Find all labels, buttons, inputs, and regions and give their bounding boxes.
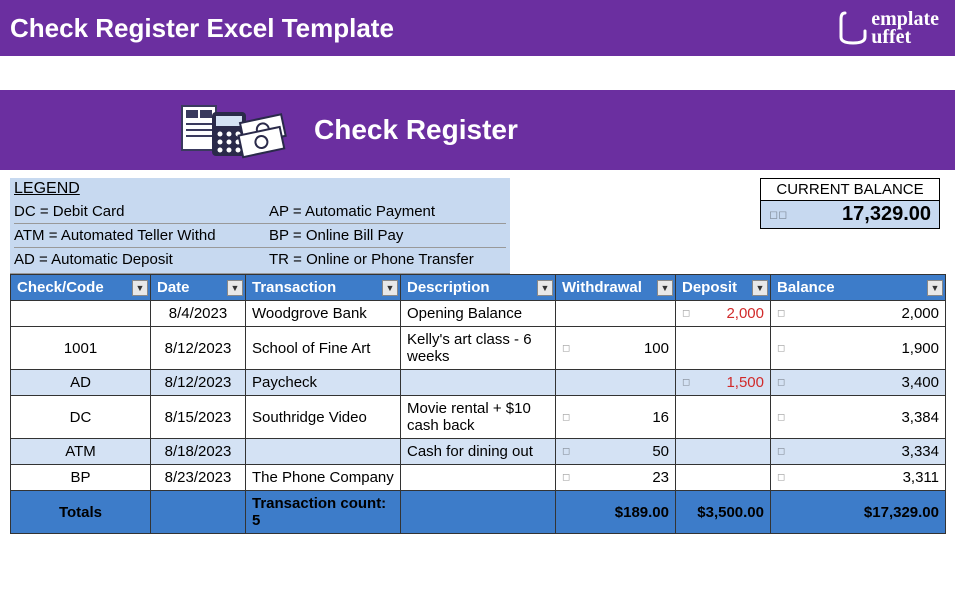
- table-row[interactable]: DC8/15/2023Southridge VideoMovie rental …: [11, 396, 946, 439]
- filter-icon[interactable]: ▼: [537, 280, 553, 296]
- totals-count: Transaction count: 5: [246, 491, 401, 534]
- legend-item: BP = Online Bill Pay: [269, 224, 506, 248]
- cell-date[interactable]: 8/23/2023: [151, 465, 246, 491]
- cell-date[interactable]: 8/18/2023: [151, 439, 246, 465]
- legend-item: TR = Online or Phone Transfer: [269, 248, 506, 271]
- cell[interactable]: ◻2,000: [676, 301, 771, 327]
- cell[interactable]: ◻3,400: [771, 370, 946, 396]
- logo: emplate uffet: [839, 10, 939, 46]
- spacer: [0, 56, 955, 90]
- totals-balance: $17,329.00: [771, 491, 946, 534]
- cell[interactable]: [676, 396, 771, 439]
- totals-empty: [401, 491, 556, 534]
- col-header-balance[interactable]: Balance▼: [771, 275, 946, 301]
- cell[interactable]: ◻100: [556, 327, 676, 370]
- header-bar: Check Register: [0, 90, 955, 170]
- cell-transaction[interactable]: Woodgrove Bank: [246, 301, 401, 327]
- totals-deposit: $3,500.00: [676, 491, 771, 534]
- balance-label: CURRENT BALANCE: [761, 179, 939, 201]
- cell-description[interactable]: [401, 465, 556, 491]
- top-banner: Check Register Excel Template emplate uf…: [0, 0, 955, 56]
- table-row[interactable]: ATM8/18/2023 Cash for dining out◻50 ◻3,334: [11, 439, 946, 465]
- currency-icon: ◻◻: [769, 208, 787, 221]
- cell-date[interactable]: 8/4/2023: [151, 301, 246, 327]
- cell-transaction[interactable]: School of Fine Art: [246, 327, 401, 370]
- legend-grid: DC = Debit Card AP = Automatic Payment A…: [14, 200, 506, 271]
- cell[interactable]: ◻2,000: [771, 301, 946, 327]
- table-row[interactable]: AD8/12/2023Paycheck ◻1,500◻3,400: [11, 370, 946, 396]
- cell-transaction[interactable]: Southridge Video: [246, 396, 401, 439]
- cell-transaction[interactable]: [246, 439, 401, 465]
- filter-icon[interactable]: ▼: [927, 280, 943, 296]
- cell[interactable]: ◻3,384: [771, 396, 946, 439]
- table-row[interactable]: 10018/12/2023School of Fine ArtKelly's a…: [11, 327, 946, 370]
- cell-code[interactable]: 1001: [11, 327, 151, 370]
- cell-date[interactable]: 8/12/2023: [151, 370, 246, 396]
- table-header-row: Check/Code▼ Date▼ Transaction▼ Descripti…: [11, 275, 946, 301]
- table-body: 8/4/2023Woodgrove BankOpening Balance ◻2,…: [11, 301, 946, 491]
- cell[interactable]: ◻23: [556, 465, 676, 491]
- table-row[interactable]: BP8/23/2023The Phone Company ◻23 ◻3,311: [11, 465, 946, 491]
- cell-date[interactable]: 8/15/2023: [151, 396, 246, 439]
- totals-row: Totals Transaction count: 5 $189.00 $3,5…: [11, 491, 946, 534]
- register-table: Check/Code▼ Date▼ Transaction▼ Descripti…: [10, 274, 946, 534]
- filter-icon[interactable]: ▼: [227, 280, 243, 296]
- cell[interactable]: ◻1,500: [676, 370, 771, 396]
- legend-item: DC = Debit Card: [14, 200, 269, 224]
- filter-icon[interactable]: ▼: [657, 280, 673, 296]
- col-header-description[interactable]: Description▼: [401, 275, 556, 301]
- filter-icon[interactable]: ▼: [752, 280, 768, 296]
- cell-code[interactable]: ATM: [11, 439, 151, 465]
- top-info-row: LEGEND DC = Debit Card AP = Automatic Pa…: [10, 178, 945, 274]
- cell[interactable]: ◻50: [556, 439, 676, 465]
- cell[interactable]: [676, 439, 771, 465]
- legend-item: AP = Automatic Payment: [269, 200, 506, 224]
- cell-date[interactable]: 8/12/2023: [151, 327, 246, 370]
- cell[interactable]: [676, 465, 771, 491]
- totals-empty: [151, 491, 246, 534]
- cell-description[interactable]: Movie rental + $10 cash back: [401, 396, 556, 439]
- balance-value: ◻◻ 17,329.00: [761, 201, 939, 228]
- cell-code[interactable]: BP: [11, 465, 151, 491]
- cell-description[interactable]: [401, 370, 556, 396]
- cell-code[interactable]: AD: [11, 370, 151, 396]
- cell-description[interactable]: Cash for dining out: [401, 439, 556, 465]
- col-header-deposit[interactable]: Deposit▼: [676, 275, 771, 301]
- col-header-date[interactable]: Date▼: [151, 275, 246, 301]
- table-row[interactable]: 8/4/2023Woodgrove BankOpening Balance ◻2,…: [11, 301, 946, 327]
- legend-item: ATM = Automated Teller Withd: [14, 224, 269, 248]
- legend-item: AD = Automatic Deposit: [14, 248, 269, 271]
- col-header-transaction[interactable]: Transaction▼: [246, 275, 401, 301]
- legend-box: LEGEND DC = Debit Card AP = Automatic Pa…: [10, 178, 510, 274]
- content-area: LEGEND DC = Debit Card AP = Automatic Pa…: [0, 170, 955, 534]
- totals-label: Totals: [11, 491, 151, 534]
- cell-transaction[interactable]: The Phone Company: [246, 465, 401, 491]
- col-header-withdrawal[interactable]: Withdrawal▼: [556, 275, 676, 301]
- totals-withdrawal: $189.00: [556, 491, 676, 534]
- cell-code[interactable]: [11, 301, 151, 327]
- cell[interactable]: [556, 301, 676, 327]
- cell[interactable]: ◻3,334: [771, 439, 946, 465]
- header-title: Check Register: [314, 114, 518, 146]
- current-balance-box: CURRENT BALANCE ◻◻ 17,329.00: [760, 178, 940, 229]
- cell-code[interactable]: DC: [11, 396, 151, 439]
- logo-text: emplate uffet: [871, 10, 939, 46]
- logo-icon: [839, 11, 867, 45]
- cell[interactable]: [676, 327, 771, 370]
- page-title: Check Register Excel Template: [10, 13, 394, 44]
- cell-description[interactable]: Kelly's art class - 6 weeks: [401, 327, 556, 370]
- cell-transaction[interactable]: Paycheck: [246, 370, 401, 396]
- cell[interactable]: [556, 370, 676, 396]
- filter-icon[interactable]: ▼: [382, 280, 398, 296]
- cell-description[interactable]: Opening Balance: [401, 301, 556, 327]
- register-icon: [180, 100, 290, 160]
- col-header-code[interactable]: Check/Code▼: [11, 275, 151, 301]
- cell[interactable]: ◻3,311: [771, 465, 946, 491]
- cell[interactable]: ◻1,900: [771, 327, 946, 370]
- cell[interactable]: ◻16: [556, 396, 676, 439]
- legend-title: LEGEND: [14, 180, 506, 198]
- filter-icon[interactable]: ▼: [132, 280, 148, 296]
